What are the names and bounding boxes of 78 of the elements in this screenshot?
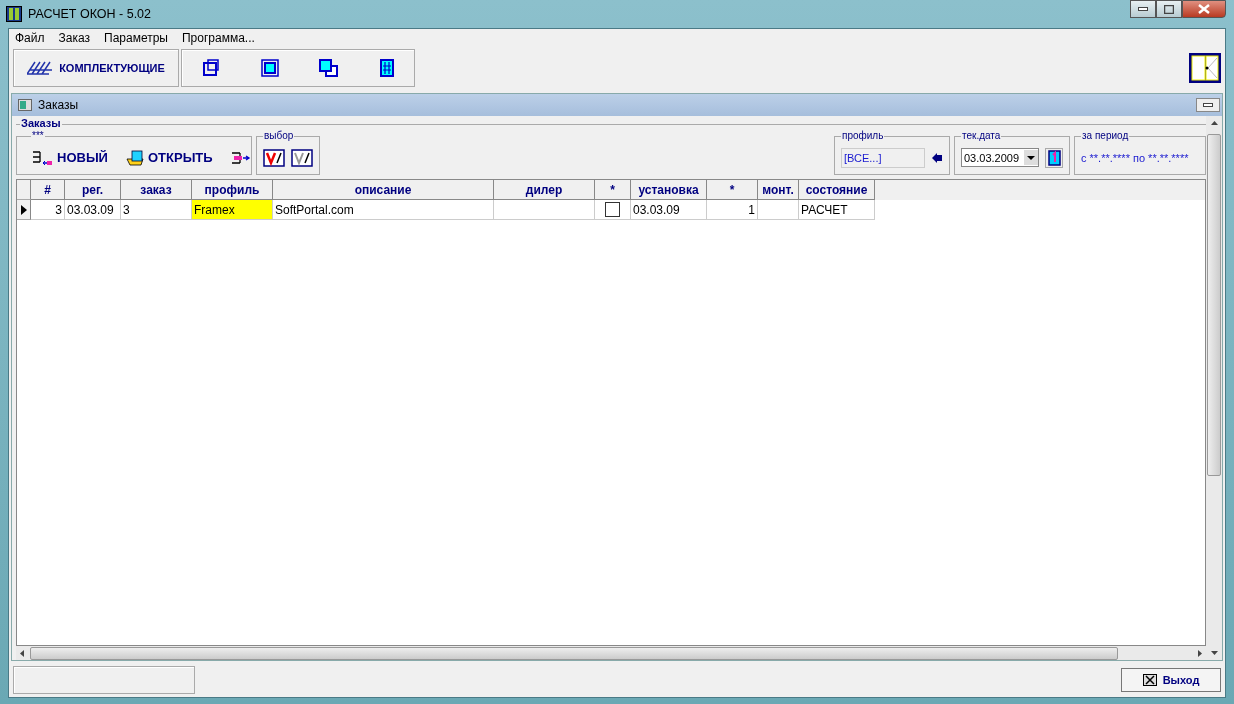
profile-field[interactable]: [ВСЕ...]: [841, 147, 925, 168]
minimize-button[interactable]: [1130, 0, 1156, 18]
period-text: с **.**.**** по **.**.****: [1081, 151, 1189, 164]
window-app-icon: [6, 6, 22, 22]
table-cell: 03.03.09: [65, 200, 121, 220]
components-button[interactable]: КОМПЛЕКТУЮЩИЕ: [27, 61, 165, 75]
frame-icon: [202, 59, 221, 77]
column-header[interactable]: рег.: [65, 180, 121, 200]
door-icon: [1189, 53, 1221, 83]
grid-window-icon: [379, 59, 394, 77]
clear-profile-button[interactable]: [931, 152, 943, 163]
open-button[interactable]: ОТКРЫТЬ: [125, 149, 213, 166]
column-header[interactable]: заказ: [121, 180, 192, 200]
window-title: РАСЧЕТ ОКОН - 5.02: [28, 7, 151, 21]
table-cell: SoftPortal.com: [273, 200, 494, 220]
window-button[interactable]: [260, 59, 279, 77]
table-cell: 03.03.09: [631, 200, 707, 220]
new-button[interactable]: НОВЫЙ: [31, 149, 108, 166]
table-cell: Framex: [192, 200, 273, 220]
scroll-right-icon[interactable]: [1198, 649, 1202, 657]
group-title: Заказы: [20, 117, 62, 129]
menu-item[interactable]: Заказ: [58, 31, 90, 45]
close-icon: [1142, 674, 1157, 686]
column-header[interactable]: описание: [273, 180, 494, 200]
menu-item[interactable]: Файл: [15, 31, 45, 45]
caret-icon: [1027, 155, 1035, 160]
minimize-icon: [1138, 7, 1148, 11]
calendar-button[interactable]: [1045, 147, 1063, 168]
column-header[interactable]: состояние: [799, 180, 875, 200]
form-icon: [18, 99, 32, 111]
select-all-button[interactable]: [263, 148, 285, 167]
column-header[interactable]: дилер: [494, 180, 595, 200]
export-button[interactable]: [230, 150, 251, 165]
table-cell: 1: [707, 200, 758, 220]
column-header[interactable]: *: [595, 180, 631, 200]
window-icon: [260, 59, 279, 77]
column-header[interactable]: #: [31, 180, 65, 200]
menu-item[interactable]: Параметры: [104, 31, 168, 45]
grid-window-button[interactable]: [379, 59, 394, 77]
table-cell: РАСЧЕТ: [799, 200, 875, 220]
close-icon: [1198, 4, 1210, 14]
arrow-left-icon: [931, 152, 943, 163]
column-header[interactable]: *: [707, 180, 758, 200]
close-button[interactable]: [1182, 0, 1226, 18]
group-title: за период: [1081, 131, 1130, 141]
column-header[interactable]: установка: [631, 180, 707, 200]
table-cell: [758, 200, 799, 220]
group-title: выбор: [263, 131, 295, 141]
deselect-button[interactable]: [291, 148, 313, 167]
minimize-icon: [1203, 103, 1213, 107]
scroll-down-icon[interactable]: [1210, 651, 1218, 655]
check-list-icon: [263, 148, 285, 167]
maximize-button[interactable]: [1156, 0, 1182, 18]
rails-icon: [27, 61, 54, 75]
child-window-title: Заказы: [38, 98, 79, 112]
add-row-icon: [31, 149, 53, 166]
frame-button[interactable]: [202, 59, 221, 77]
group-title: ***: [31, 131, 45, 141]
scroll-left-icon[interactable]: [20, 649, 24, 657]
menu-item[interactable]: Программа...: [181, 31, 255, 45]
column-header[interactable]: монт.: [758, 180, 799, 200]
group-title: тек.дата: [961, 131, 1002, 141]
current-row-icon: [20, 204, 27, 215]
check-list-icon: [291, 148, 313, 167]
export-row-icon: [230, 150, 251, 165]
date-dropdown[interactable]: 03.03.2009: [961, 148, 1039, 167]
maximize-icon: [1164, 4, 1174, 14]
squares-icon: [319, 59, 340, 77]
exit-button[interactable]: Выход: [1121, 668, 1221, 692]
scroll-up-icon[interactable]: [1210, 121, 1218, 125]
row-indicator[interactable]: [17, 200, 31, 220]
overlap-button[interactable]: [319, 59, 340, 77]
minimize-button[interactable]: [1196, 98, 1220, 112]
checkbox[interactable]: [605, 202, 620, 217]
table-cell: 3: [31, 200, 65, 220]
calendar-icon: [1047, 149, 1061, 166]
folder-icon: [125, 149, 144, 166]
group-title: профиль: [841, 131, 885, 141]
